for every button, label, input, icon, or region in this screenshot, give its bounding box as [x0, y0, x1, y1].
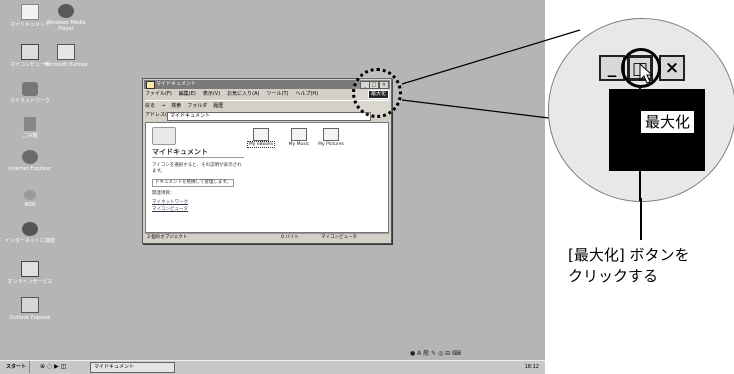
- zoom-callout: _ □ × 最大化: [548, 18, 734, 202]
- instruction-text: [最大化] ボタンを クリックする: [568, 245, 689, 287]
- instruction-line-1: [最大化] ボタンを: [568, 246, 690, 264]
- connector-line-bottom: [401, 99, 566, 121]
- zoom-close-button[interactable]: ×: [659, 55, 685, 81]
- zoom-maximize-tooltip: 最大化: [639, 109, 697, 135]
- instruction-line-2: クリックする: [568, 267, 659, 285]
- pointer-line: [639, 88, 641, 201]
- mouse-cursor-icon: [639, 63, 654, 84]
- pointer-line-lower: [640, 198, 642, 240]
